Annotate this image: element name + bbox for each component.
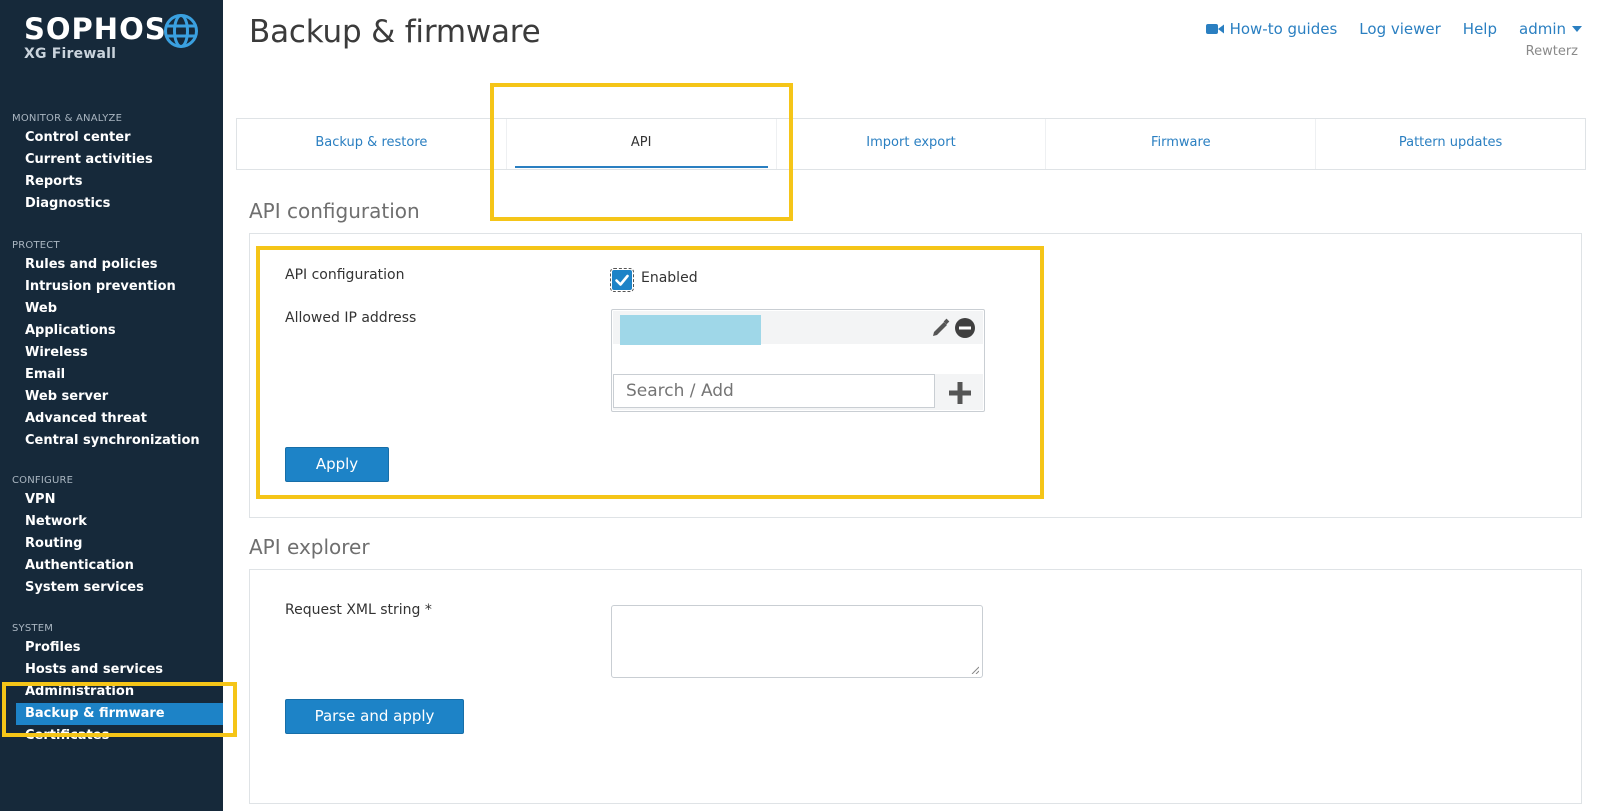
sidebar-item-advanced-threat[interactable]: Advanced threat	[0, 408, 223, 430]
nav-section-configure: CONFIGURE VPN Network Routing Authentica…	[0, 473, 223, 599]
user-name: admin	[1519, 20, 1566, 38]
enabled-label: Enabled	[641, 270, 698, 286]
resize-grip-icon[interactable]	[971, 666, 979, 674]
nav-heading: MONITOR & ANALYZE	[12, 113, 123, 124]
video-camera-icon	[1205, 24, 1224, 34]
request-xml-textarea[interactable]	[611, 605, 983, 678]
sidebar: SOPHOS XG Firewall MONITOR & ANALYZE Con…	[0, 0, 223, 811]
log-viewer-link[interactable]: Log viewer	[1359, 20, 1441, 38]
remove-icon[interactable]	[954, 317, 976, 339]
sidebar-item-system-services[interactable]: System services	[0, 577, 223, 599]
search-add-input[interactable]	[613, 374, 935, 408]
user-menu[interactable]: admin	[1519, 20, 1582, 38]
allowed-ip-list	[611, 309, 985, 412]
sidebar-item-routing[interactable]: Routing	[0, 533, 223, 555]
sidebar-item-authentication[interactable]: Authentication	[0, 555, 223, 577]
allowed-ip-entry	[613, 311, 983, 345]
sidebar-item-hosts-and-services[interactable]: Hosts and services	[0, 659, 223, 681]
search-add-row	[613, 374, 983, 410]
sidebar-item-wireless[interactable]: Wireless	[0, 342, 223, 364]
tab-import-export[interactable]: Import export	[777, 119, 1047, 169]
globe-icon	[164, 14, 198, 48]
page-title: Backup & firmware	[249, 14, 541, 50]
brand-name: SOPHOS	[24, 12, 167, 46]
nav-section-protect: PROTECT Rules and policies Intrusion pre…	[0, 238, 223, 452]
sidebar-item-web-server[interactable]: Web server	[0, 386, 223, 408]
nav-section-monitor: MONITOR & ANALYZE Control center Current…	[0, 111, 223, 215]
sidebar-item-certificates[interactable]: Certificates	[0, 725, 223, 747]
nav-heading: PROTECT	[12, 240, 60, 251]
howto-guides-link[interactable]: How-to guides	[1205, 20, 1338, 38]
sidebar-item-profiles[interactable]: Profiles	[0, 637, 223, 659]
pencil-icon[interactable]	[931, 318, 951, 338]
nav-section-system: SYSTEM Profiles Hosts and services Admin…	[0, 621, 223, 747]
api-configuration-heading: API configuration	[249, 199, 420, 223]
sidebar-item-administration[interactable]: Administration	[0, 681, 223, 703]
request-xml-label: Request XML string *	[285, 602, 432, 618]
allowed-ip-label: Allowed IP address	[285, 310, 417, 326]
help-link[interactable]: Help	[1463, 20, 1497, 38]
sidebar-item-web[interactable]: Web	[0, 298, 223, 320]
api-configuration-label: API configuration	[285, 267, 405, 283]
sidebar-item-vpn[interactable]: VPN	[0, 489, 223, 511]
sidebar-item-current-activities[interactable]: Current activities	[0, 149, 223, 171]
tab-backup-restore[interactable]: Backup & restore	[237, 119, 507, 169]
plus-icon[interactable]	[949, 382, 971, 404]
parse-and-apply-button[interactable]: Parse and apply	[285, 699, 464, 734]
sidebar-item-reports[interactable]: Reports	[0, 171, 223, 193]
howto-guides-label: How-to guides	[1229, 20, 1338, 38]
top-links: How-to guides Log viewer Help admin	[1205, 20, 1582, 38]
tab-api[interactable]: API	[507, 119, 777, 169]
nav-heading: SYSTEM	[12, 623, 54, 634]
sidebar-item-diagnostics[interactable]: Diagnostics	[0, 193, 223, 215]
product-name: XG Firewall	[24, 46, 117, 62]
nav-heading: CONFIGURE	[12, 475, 74, 486]
tab-firmware[interactable]: Firmware	[1046, 119, 1317, 169]
sidebar-item-control-center[interactable]: Control center	[0, 127, 223, 149]
tab-pattern-updates[interactable]: Pattern updates	[1316, 119, 1585, 169]
enabled-checkbox[interactable]	[610, 268, 634, 292]
sidebar-item-backup-firmware[interactable]: Backup & firmware	[16, 703, 223, 725]
sidebar-item-email[interactable]: Email	[0, 364, 223, 386]
sidebar-item-intrusion-prevention[interactable]: Intrusion prevention	[0, 276, 223, 298]
sidebar-item-network[interactable]: Network	[0, 511, 223, 533]
apply-button[interactable]: Apply	[285, 447, 389, 482]
sidebar-item-central-synchronization[interactable]: Central synchronization	[0, 430, 223, 452]
api-explorer-heading: API explorer	[249, 535, 370, 559]
checkmark-icon	[615, 274, 629, 286]
sidebar-item-rules-and-policies[interactable]: Rules and policies	[0, 254, 223, 276]
tab-bar: Backup & restore API Import export Firmw…	[236, 118, 1586, 170]
caret-down-icon	[1572, 26, 1582, 32]
ip-entry-redacted	[620, 315, 761, 345]
sidebar-item-applications[interactable]: Applications	[0, 320, 223, 342]
sophos-logo[interactable]: SOPHOS XG Firewall	[24, 12, 167, 62]
organization-name: Rewterz	[1525, 44, 1578, 59]
